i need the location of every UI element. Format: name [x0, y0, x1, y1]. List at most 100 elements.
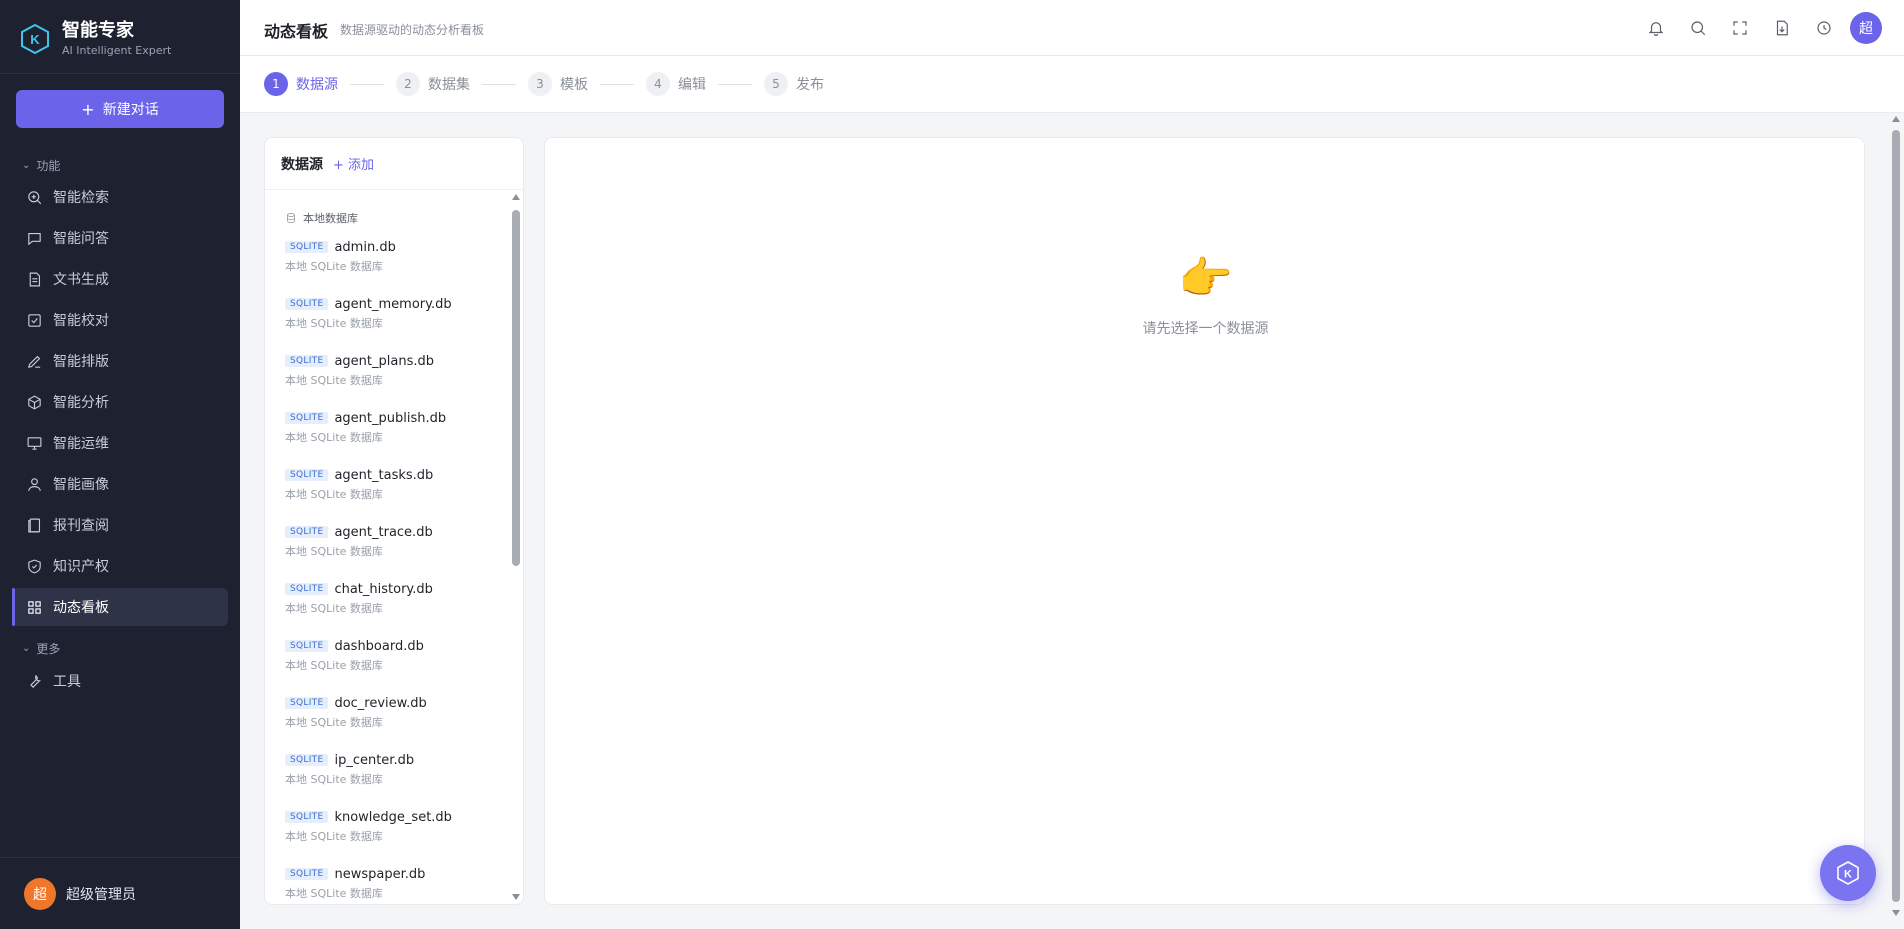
- datasource-scrollbar[interactable]: [511, 194, 521, 900]
- svg-text:K: K: [30, 32, 40, 47]
- bell-icon[interactable]: [1640, 12, 1672, 44]
- list-item[interactable]: SQLITE knowledge_set.db 本地 SQLite 数据库: [265, 800, 509, 857]
- assistant-fab-button[interactable]: K: [1820, 845, 1876, 901]
- list-item[interactable]: SQLITE chat_history.db 本地 SQLite 数据库: [265, 572, 509, 629]
- group-label-text: 本地数据库: [303, 212, 358, 225]
- db-type-badge: SQLITE: [285, 811, 329, 823]
- fullscreen-icon[interactable]: [1724, 12, 1756, 44]
- db-type-badge: SQLITE: [285, 355, 329, 367]
- scroll-up-arrow-icon[interactable]: [512, 194, 520, 200]
- sidebar-item-profile[interactable]: 智能画像: [12, 465, 228, 503]
- sidebar-divider: [0, 73, 240, 74]
- brand[interactable]: K 智能专家 AI Intelligent Expert: [20, 20, 171, 58]
- step-edit[interactable]: 4 编辑: [646, 72, 706, 96]
- search-icon[interactable]: [1682, 12, 1714, 44]
- new-chat-button[interactable]: + 新建对话: [16, 90, 224, 128]
- step-template[interactable]: 3 模板: [528, 72, 588, 96]
- db-desc: 本地 SQLite 数据库: [285, 830, 383, 843]
- sidebar: K 智能专家 AI Intelligent Expert + 新建对话 ⌄ 功能…: [0, 0, 240, 929]
- page-scrollbar[interactable]: [1890, 116, 1902, 916]
- list-item[interactable]: SQLITE doc_review.db 本地 SQLite 数据库: [265, 686, 509, 743]
- sidebar-item-label: 智能校对: [53, 313, 109, 329]
- sidebar-item-label: 智能检索: [53, 190, 109, 206]
- wizard-steps: 1 数据源 2 数据集 3 模板 4 编辑 5 发布: [240, 56, 1904, 113]
- sidebar-item-search[interactable]: 智能检索: [12, 178, 228, 216]
- sidebar-item-qa[interactable]: 智能问答: [12, 219, 228, 257]
- scroll-up-arrow-icon[interactable]: [1892, 116, 1900, 122]
- user-menu[interactable]: 超 超级管理员: [0, 857, 240, 929]
- sidebar-item-dashboard[interactable]: 动态看板: [12, 588, 228, 626]
- book-icon: [26, 517, 43, 534]
- sidebar-item-ops[interactable]: 智能运维: [12, 424, 228, 462]
- cube-icon: [26, 394, 43, 411]
- section-features-toggle[interactable]: ⌄ 功能: [22, 157, 60, 174]
- list-item[interactable]: SQLITE agent_plans.db 本地 SQLite 数据库: [265, 344, 509, 401]
- user-name: 超级管理员: [66, 886, 136, 903]
- db-type-badge: SQLITE: [285, 868, 329, 880]
- db-type-badge: SQLITE: [285, 412, 329, 424]
- db-desc: 本地 SQLite 数据库: [285, 659, 383, 672]
- step-connector: [600, 83, 634, 85]
- step-datasource[interactable]: 1 数据源: [264, 72, 338, 96]
- db-desc: 本地 SQLite 数据库: [285, 260, 383, 273]
- page-subtitle: 数据源驱动的动态分析看板: [340, 23, 485, 37]
- sidebar-item-ip[interactable]: 知识产权: [12, 547, 228, 585]
- list-item[interactable]: SQLITE dashboard.db 本地 SQLite 数据库: [265, 629, 509, 686]
- sidebar-item-analysis[interactable]: 智能分析: [12, 383, 228, 421]
- download-file-icon[interactable]: [1766, 12, 1798, 44]
- sidebar-item-docgen[interactable]: 文书生成: [12, 260, 228, 298]
- avatar[interactable]: 超: [1850, 12, 1882, 44]
- scroll-down-arrow-icon[interactable]: [512, 894, 520, 900]
- section-features-label: 功能: [36, 159, 61, 173]
- step-publish[interactable]: 5 发布: [764, 72, 824, 96]
- db-name: chat_history.db: [334, 581, 433, 597]
- assistant-logo-icon: K: [1837, 861, 1859, 885]
- db-desc: 本地 SQLite 数据库: [285, 317, 383, 330]
- db-name: doc_review.db: [334, 695, 427, 711]
- list-item[interactable]: SQLITE agent_trace.db 本地 SQLite 数据库: [265, 515, 509, 572]
- add-datasource-button[interactable]: + 添加: [333, 154, 374, 173]
- scrollbar-thumb[interactable]: [512, 210, 520, 566]
- sidebar-item-typeset[interactable]: 智能排版: [12, 342, 228, 380]
- db-name: newspaper.db: [334, 866, 426, 882]
- list-item[interactable]: SQLITE ip_center.db 本地 SQLite 数据库: [265, 743, 509, 800]
- step-number: 1: [264, 72, 288, 96]
- datasource-panel-title: 数据源: [281, 156, 323, 173]
- step-label: 数据源: [296, 77, 338, 93]
- datasource-panel-header: 数据源 + 添加: [265, 138, 523, 190]
- db-desc: 本地 SQLite 数据库: [285, 716, 383, 729]
- step-connector: [482, 83, 516, 85]
- scroll-down-arrow-icon[interactable]: [1892, 910, 1900, 916]
- step-label: 编辑: [678, 77, 706, 93]
- step-label: 模板: [560, 77, 588, 93]
- sidebar-item-tools[interactable]: 工具: [12, 662, 228, 700]
- clock-icon[interactable]: [1808, 12, 1840, 44]
- group-label-local-db: 本地数据库: [285, 210, 358, 226]
- shield-icon: [26, 558, 43, 575]
- step-connector: [350, 83, 384, 85]
- step-dataset[interactable]: 2 数据集: [396, 72, 470, 96]
- sidebar-item-label: 文书生成: [53, 272, 109, 288]
- sidebar-item-newspaper[interactable]: 报刊查阅: [12, 506, 228, 544]
- db-desc: 本地 SQLite 数据库: [285, 773, 383, 786]
- wrench-icon: [26, 673, 43, 690]
- scrollbar-thumb[interactable]: [1892, 130, 1900, 902]
- section-more-toggle[interactable]: ⌄ 更多: [22, 640, 60, 657]
- list-item[interactable]: SQLITE agent_publish.db 本地 SQLite 数据库: [265, 401, 509, 458]
- list-item[interactable]: SQLITE agent_tasks.db 本地 SQLite 数据库: [265, 458, 509, 515]
- sidebar-item-proofread[interactable]: 智能校对: [12, 301, 228, 339]
- plus-icon: +: [81, 99, 95, 119]
- db-type-badge: SQLITE: [285, 697, 329, 709]
- section-more-label: 更多: [36, 642, 61, 656]
- list-item[interactable]: SQLITE newspaper.db 本地 SQLite 数据库: [265, 857, 509, 904]
- svg-text:K: K: [1844, 869, 1852, 881]
- sidebar-item-label: 智能运维: [53, 436, 109, 452]
- list-item[interactable]: SQLITE admin.db 本地 SQLite 数据库: [265, 230, 509, 287]
- sidebar-item-label: 工具: [53, 674, 81, 690]
- datasource-list: SQLITE admin.db 本地 SQLite 数据库 SQLITE agent_…: [265, 230, 509, 904]
- pointing-hand-icon: 👉: [1178, 253, 1233, 304]
- list-item[interactable]: SQLITE agent_memory.db 本地 SQLite 数据库: [265, 287, 509, 344]
- db-type-badge: SQLITE: [285, 526, 329, 538]
- db-name: admin.db: [334, 239, 396, 255]
- step-number: 5: [764, 72, 788, 96]
